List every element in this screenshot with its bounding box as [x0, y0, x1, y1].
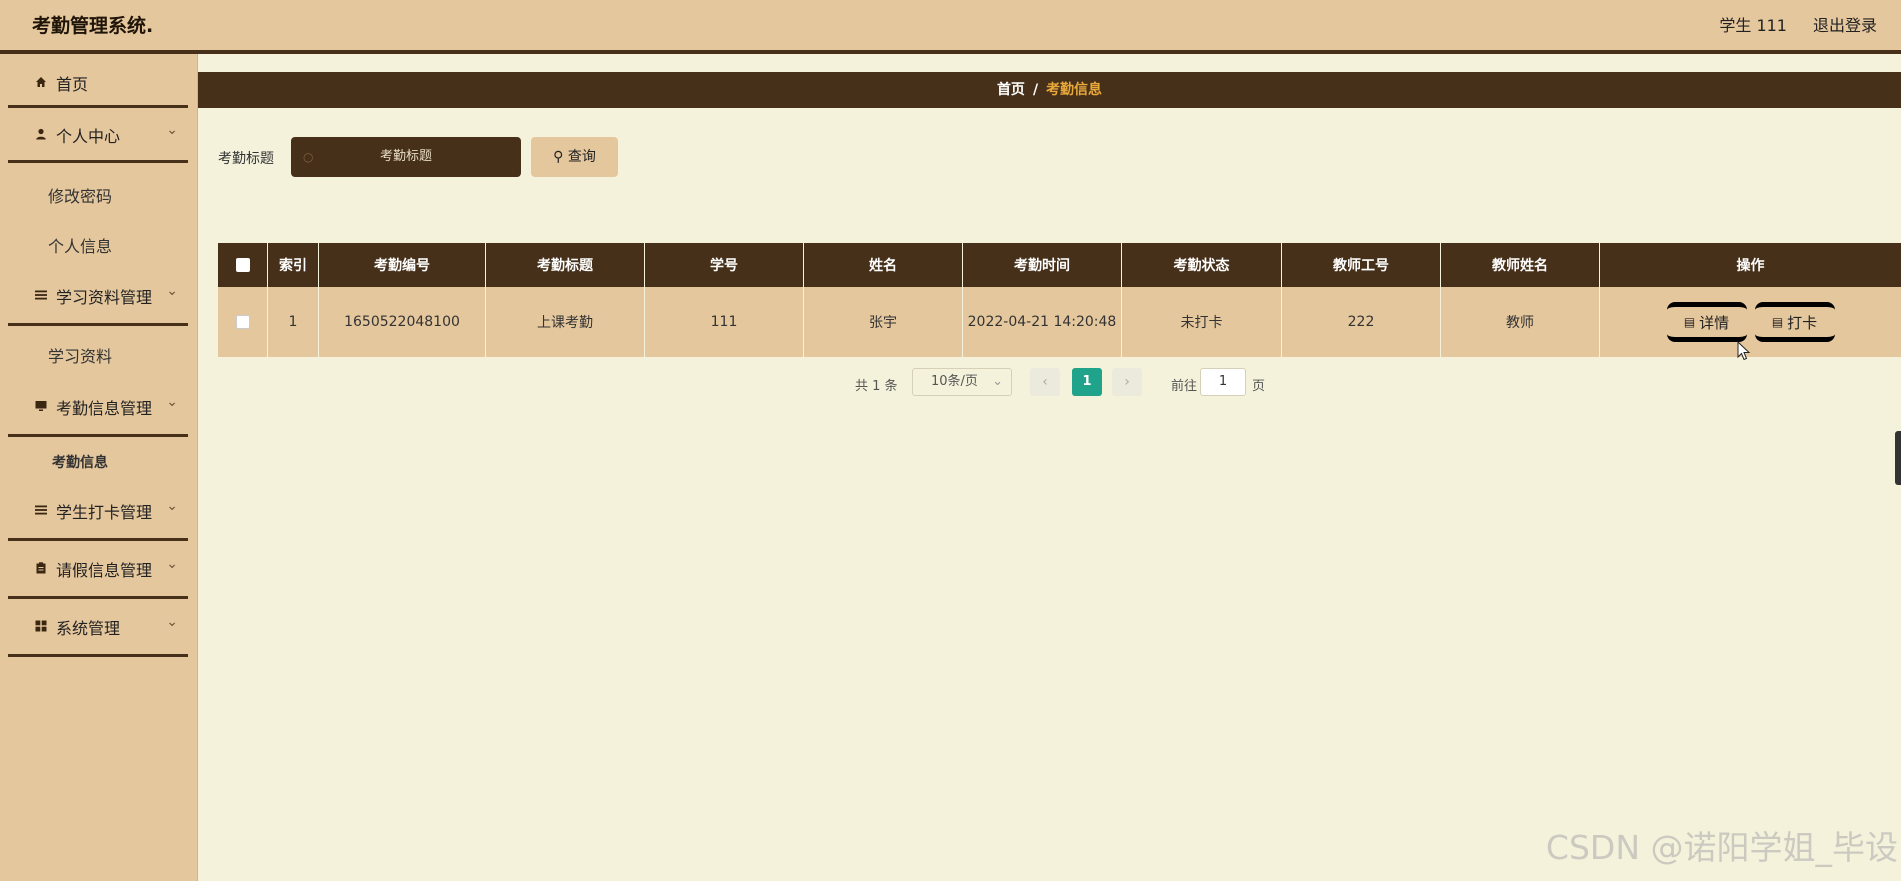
- page-number-button[interactable]: 1: [1072, 368, 1102, 396]
- search-input[interactable]: ○ 考勤标题: [291, 137, 521, 177]
- sidebar-item-label: 系统管理: [56, 619, 121, 638]
- column-header: 教师工号: [1282, 243, 1441, 287]
- chevron-down-icon: ⌄: [166, 394, 178, 410]
- cell-attendance-title: 上课考勤: [486, 287, 645, 357]
- user-icon: [34, 127, 48, 141]
- table-row: 1 1650522048100 上课考勤 111 张宇 2022-04-21 1…: [218, 287, 1901, 357]
- column-header: 姓名: [804, 243, 963, 287]
- chevron-down-icon: ⌄: [166, 283, 178, 299]
- column-header: 考勤标题: [486, 243, 645, 287]
- column-header: 学号: [645, 243, 804, 287]
- sidebar-item-label: 学生打卡管理: [56, 503, 153, 522]
- goto-page-input[interactable]: 1: [1200, 368, 1246, 396]
- sidebar-item-label: 学习资料管理: [56, 288, 153, 307]
- cell-index: 1: [268, 287, 319, 357]
- cell-attendance-code: 1650522048100: [319, 287, 486, 357]
- checkin-button[interactable]: ▤ 打卡: [1754, 302, 1835, 342]
- pagination-total: 共 1 条: [855, 379, 898, 394]
- column-header: 考勤状态: [1122, 243, 1282, 287]
- cell-teacher-name: 教师: [1441, 287, 1600, 357]
- main-content: 首页 / 考勤信息 考勤标题 ○ 考勤标题 ⚲ 查询 索引 考勤编号 考勤标题 学号…: [198, 54, 1901, 881]
- cell-teacher-id: 222: [1282, 287, 1441, 357]
- breadcrumb-current: 考勤信息: [1046, 82, 1103, 98]
- page-size-value: 10条/页: [931, 374, 978, 389]
- search-icon: ⚲: [553, 149, 564, 165]
- sidebar-item-personal-center[interactable]: 个人中心 ⌄: [8, 108, 188, 163]
- details-button[interactable]: ▤ 详情: [1666, 302, 1747, 342]
- top-header: 考勤管理系统. 学生 111 退出登录: [0, 0, 1901, 54]
- page-size-select[interactable]: 10条/页 ⌄: [912, 368, 1012, 396]
- clipboard-icon: [34, 561, 48, 575]
- scrollbar-handle[interactable]: [1895, 431, 1901, 485]
- goto-label: 前往: [1171, 379, 1198, 394]
- cell-attendance-status: 未打卡: [1122, 287, 1282, 357]
- row-select-cell: [218, 287, 268, 357]
- sidebar-item-home[interactable]: 首页: [8, 56, 188, 108]
- monitor-icon: [34, 399, 48, 413]
- chevron-down-icon: ⌄: [166, 498, 178, 514]
- app-title: 考勤管理系统.: [32, 15, 154, 37]
- prev-page-button[interactable]: ‹: [1030, 368, 1060, 396]
- sidebar-item-label: 首页: [56, 75, 89, 94]
- list-icon: [34, 503, 48, 517]
- search-placeholder: 考勤标题: [379, 149, 432, 164]
- list-icon: [34, 288, 48, 302]
- chevron-left-icon: ‹: [1042, 374, 1048, 390]
- pagination: 共 1 条 10条/页 ⌄ ‹ 1 › 前往 1 页: [198, 368, 1901, 398]
- sidebar-item-attendance-mgmt[interactable]: 考勤信息管理 ⌄: [8, 380, 188, 437]
- cell-name: 张宇: [804, 287, 963, 357]
- chevron-right-icon: ›: [1124, 374, 1130, 390]
- search-icon: ○: [303, 150, 314, 164]
- current-user: 学生 111: [1719, 16, 1787, 35]
- sidebar-item-label: 考勤信息管理: [56, 399, 153, 418]
- sidebar-item-student-checkin-mgmt[interactable]: 学生打卡管理 ⌄: [8, 484, 188, 541]
- cell-student-id: 111: [645, 287, 804, 357]
- mouse-cursor-icon: [1737, 341, 1751, 361]
- grid-icon: [34, 619, 48, 633]
- breadcrumb: 首页 / 考勤信息: [198, 72, 1901, 108]
- watermark: CSDN @诺阳学姐_毕设: [1545, 828, 1898, 867]
- select-all-checkbox[interactable]: [235, 258, 250, 272]
- row-checkbox[interactable]: [235, 315, 250, 329]
- table-header-row: 索引 考勤编号 考勤标题 学号 姓名 考勤时间 考勤状态 教师工号 教师姓名 操…: [218, 243, 1901, 287]
- chevron-down-icon: ⌄: [166, 614, 178, 630]
- column-header: 考勤时间: [963, 243, 1122, 287]
- select-all-cell: [218, 243, 268, 287]
- chevron-down-icon: ⌄: [166, 556, 178, 572]
- breadcrumb-separator: /: [1032, 82, 1039, 98]
- sidebar-item-study-materials[interactable]: 学习资料: [48, 343, 112, 367]
- column-header: 教师姓名: [1441, 243, 1600, 287]
- column-header: 操作: [1736, 258, 1765, 274]
- sidebar-item-change-password[interactable]: 修改密码: [48, 183, 112, 207]
- sidebar-item-label: 个人中心: [56, 127, 121, 146]
- search-label: 考勤标题: [218, 151, 274, 167]
- sidebar-item-system-mgmt[interactable]: 系统管理 ⌄: [8, 600, 188, 657]
- checkin-button-label: 打卡: [1787, 313, 1818, 332]
- page-suffix-label: 页: [1252, 379, 1266, 394]
- cell-attendance-time: 2022-04-21 14:20:48: [963, 287, 1122, 357]
- document-icon: ▤: [1683, 315, 1696, 329]
- sidebar: 首页 个人中心 ⌄ 修改密码 个人信息 学习资料管理 ⌄ 学习资料 考勤信息管理…: [0, 54, 198, 881]
- breadcrumb-home[interactable]: 首页: [997, 82, 1025, 98]
- sidebar-item-study-materials-mgmt[interactable]: 学习资料管理 ⌄: [8, 269, 188, 326]
- document-icon: ▤: [1771, 315, 1784, 329]
- query-button-label: 查询: [567, 149, 596, 165]
- next-page-button[interactable]: ›: [1112, 368, 1142, 396]
- chevron-down-icon: ⌄: [166, 122, 178, 138]
- sidebar-item-attendance-info[interactable]: 考勤信息: [52, 452, 108, 472]
- chevron-down-icon: ⌄: [992, 374, 1003, 389]
- column-header: 索引: [268, 243, 319, 287]
- sidebar-item-label: 请假信息管理: [56, 561, 153, 580]
- details-button-label: 详情: [1699, 313, 1730, 332]
- logout-link[interactable]: 退出登录: [1813, 12, 1877, 36]
- query-button[interactable]: ⚲ 查询: [531, 137, 618, 177]
- sidebar-item-personal-info[interactable]: 个人信息: [48, 233, 112, 257]
- home-icon: [34, 75, 48, 89]
- sidebar-item-leave-mgmt[interactable]: 请假信息管理 ⌄: [8, 542, 188, 599]
- column-header: 考勤编号: [319, 243, 486, 287]
